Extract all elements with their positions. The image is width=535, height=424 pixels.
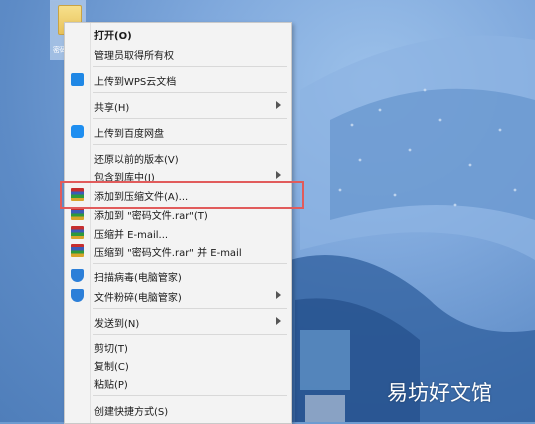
baidu-netdisk-icon [71, 125, 84, 138]
menu-separator [93, 66, 287, 67]
menu-item-label: 管理员取得所有权 [94, 51, 174, 62]
menu-item-create-shortcut[interactable]: 创建快捷方式(S) [65, 401, 291, 419]
menu-item-open[interactable]: 打开(O) [65, 25, 291, 43]
menu-item-compress-rar-email[interactable]: 压缩到 "密码文件.rar" 并 E-mail [65, 242, 291, 260]
watermark-text: 易坊好文馆 [387, 381, 492, 405]
context-menu: 打开(O) 管理员取得所有权 上传到WPS云文档 共享(H) 上传到百度网盘 还… [64, 22, 292, 424]
winrar-icon [71, 226, 84, 239]
menu-item-label: 发送到(N) [94, 319, 140, 330]
submenu-arrow-icon [276, 101, 281, 109]
menu-item-label: 扫描病毒(电脑管家) [94, 273, 182, 284]
menu-item-label: 添加到 "密码文件.rar"(T) [94, 211, 208, 222]
menu-item-cut[interactable]: 剪切(T) [65, 338, 291, 356]
menu-item-upload-wps[interactable]: 上传到WPS云文档 [65, 71, 291, 89]
menu-item-restore-versions[interactable]: 还原以前的版本(V) [65, 149, 291, 167]
menu-item-label: 文件粉碎(电脑管家) [94, 293, 182, 304]
menu-separator [93, 92, 287, 93]
menu-item-label: 压缩并 E-mail... [94, 230, 169, 241]
menu-item-label: 压缩到 "密码文件.rar" 并 E-mail [94, 248, 242, 259]
menu-separator [93, 263, 287, 264]
menu-item-label: 打开(O) [94, 31, 132, 42]
menu-item-label: 上传到WPS云文档 [94, 77, 177, 88]
submenu-arrow-icon [276, 171, 281, 179]
menu-item-label: 复制(C) [94, 362, 129, 373]
menu-separator [93, 308, 287, 309]
menu-item-label: 还原以前的版本(V) [94, 155, 179, 166]
menu-separator [93, 334, 287, 335]
pc-manager-shield-icon [71, 269, 84, 282]
menu-separator [93, 144, 287, 145]
menu-item-share[interactable]: 共享(H) [65, 97, 291, 115]
menu-item-label: 上传到百度网盘 [94, 129, 164, 140]
menu-item-take-ownership[interactable]: 管理员取得所有权 [65, 45, 291, 63]
menu-item-compress-email[interactable]: 压缩并 E-mail... [65, 224, 291, 242]
wps-cloud-icon [71, 73, 84, 86]
menu-item-scan-virus[interactable]: 扫描病毒(电脑管家) [65, 267, 291, 285]
submenu-arrow-icon [276, 317, 281, 325]
menu-item-label: 创建快捷方式(S) [94, 407, 169, 418]
menu-item-label: 剪切(T) [94, 344, 128, 355]
menu-item-upload-baidu[interactable]: 上传到百度网盘 [65, 123, 291, 141]
highlight-box [60, 181, 304, 209]
menu-separator [93, 118, 287, 119]
menu-item-send-to[interactable]: 发送到(N) [65, 313, 291, 331]
winrar-icon [71, 244, 84, 257]
menu-item-copy[interactable]: 复制(C) [65, 356, 291, 374]
submenu-arrow-icon [276, 291, 281, 299]
menu-item-file-shred[interactable]: 文件粉碎(电脑管家) [65, 287, 291, 305]
pc-manager-shield-icon [71, 289, 84, 302]
menu-item-label: 粘贴(P) [94, 380, 128, 391]
menu-item-label: 共享(H) [94, 103, 130, 114]
menu-item-paste[interactable]: 粘贴(P) [65, 374, 291, 392]
menu-separator [93, 395, 287, 396]
